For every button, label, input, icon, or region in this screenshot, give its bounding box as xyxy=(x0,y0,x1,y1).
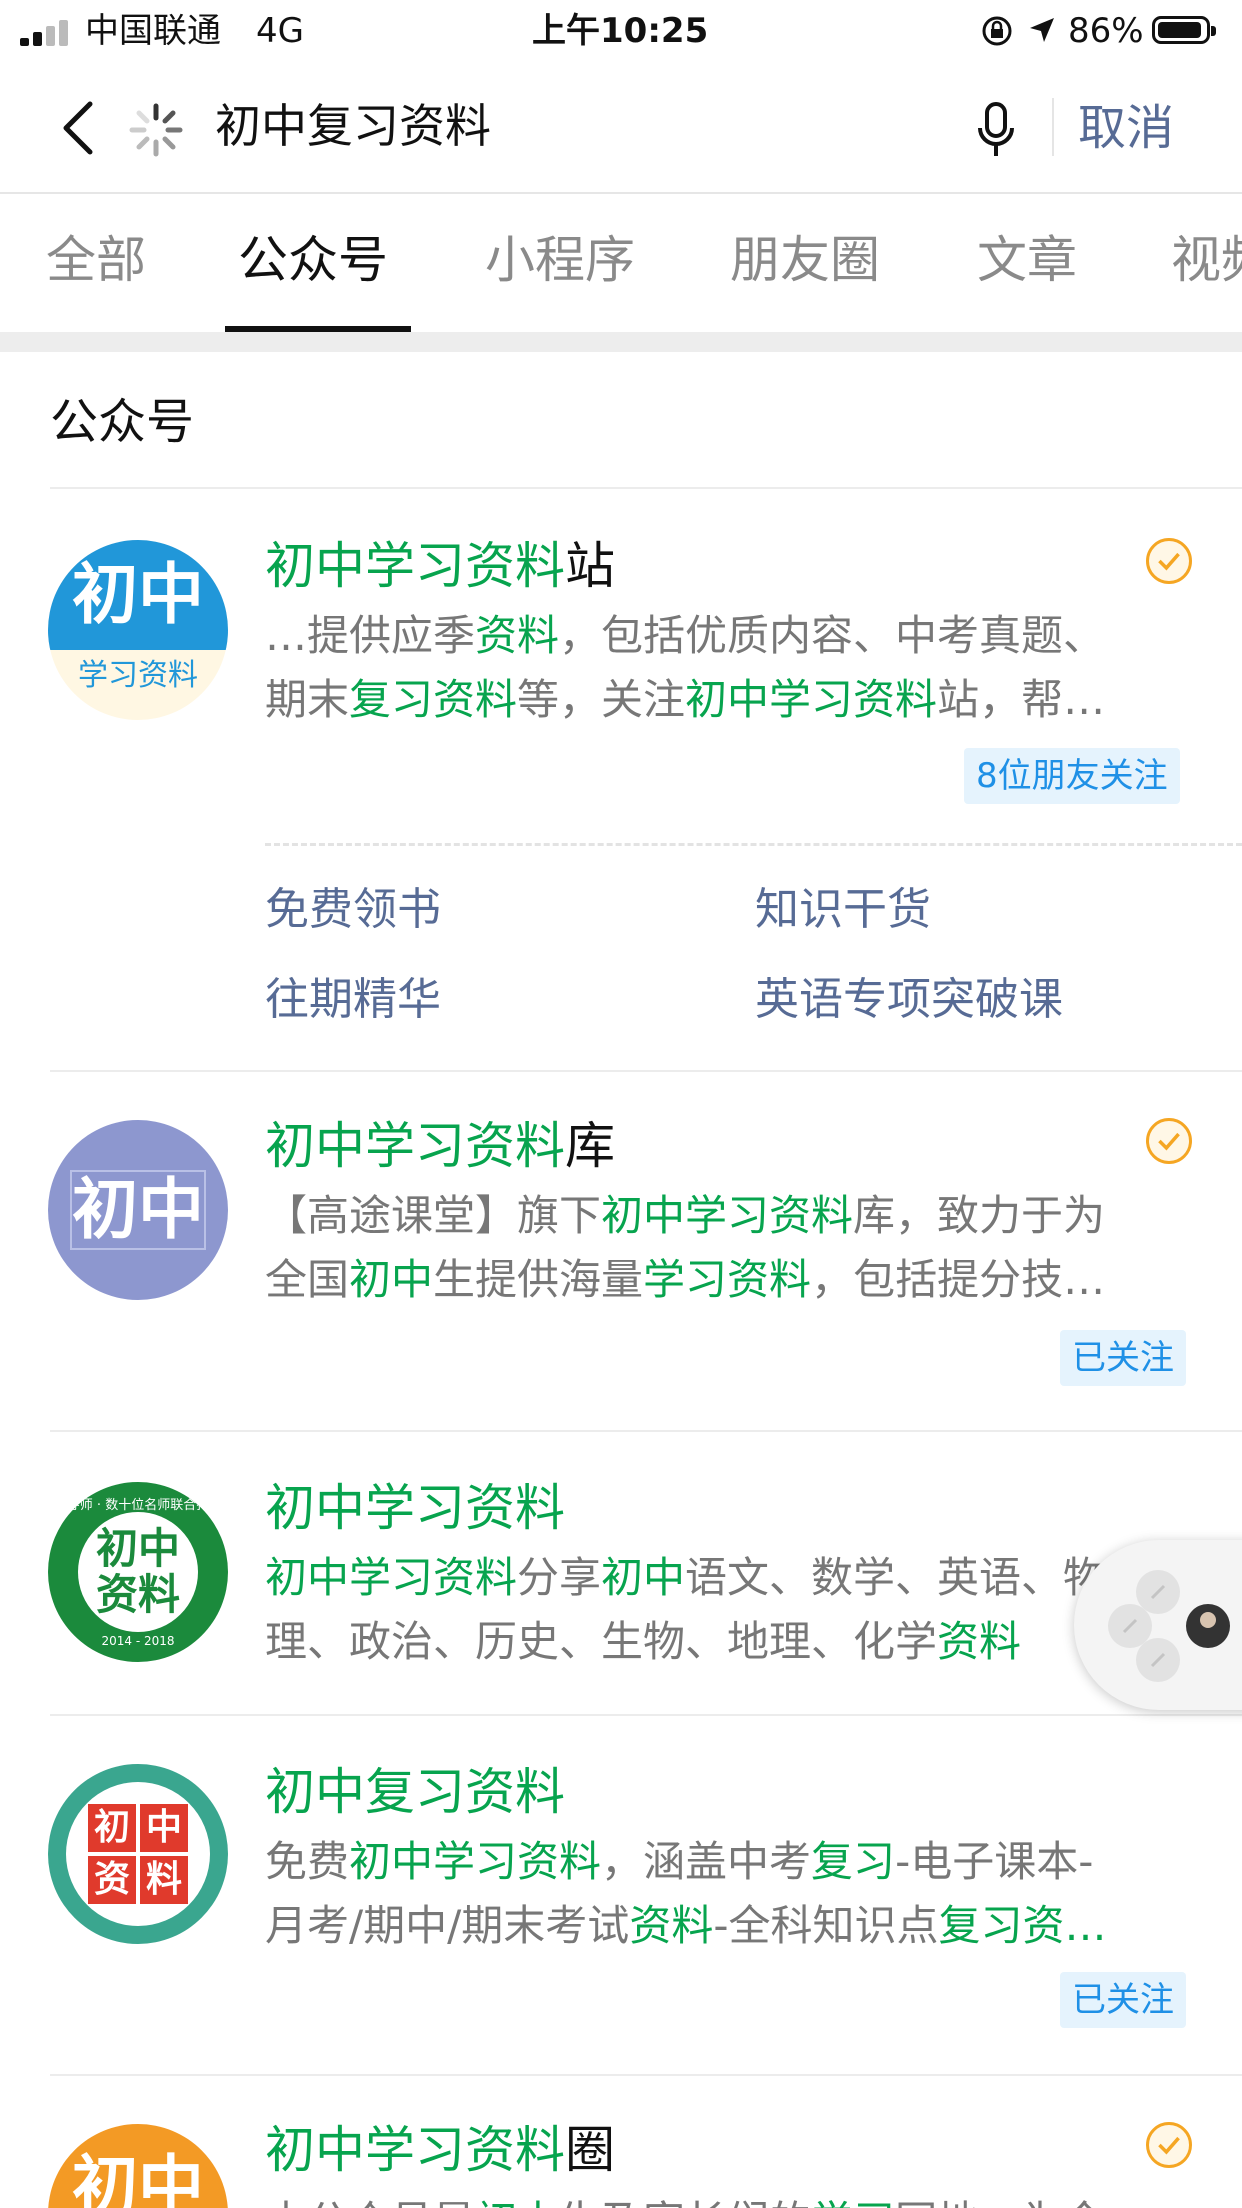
microphone-icon[interactable] xyxy=(976,100,1016,160)
tab-all[interactable]: 全部 xyxy=(46,228,146,292)
section-title: 公众号 xyxy=(50,394,195,450)
back-chevron-icon[interactable] xyxy=(58,98,98,158)
followed-badge: 已关注 xyxy=(1060,1330,1186,1386)
verified-icon xyxy=(1146,538,1192,584)
account-name: 初中学习资料圈 xyxy=(265,2121,615,2179)
account-card[interactable]: 初中 初中学习资料圈 本公众号是初中生及家长们的学习园地，为今… xyxy=(0,2076,1242,2208)
menu-item-free-books[interactable]: 免费领书 xyxy=(265,880,441,940)
link-icon xyxy=(1108,1570,1230,1682)
account-desc-line2: 全国初中生提供海量学习资料，包括提分技… xyxy=(265,1255,1106,1304)
friends-follow-badge: 8位朋友关注 xyxy=(964,748,1180,804)
avatar-text: 初中 xyxy=(72,2148,204,2208)
menu-divider xyxy=(265,843,1242,846)
account-avatar: 初中 xyxy=(48,2124,228,2208)
loading-spinner-icon xyxy=(129,103,183,157)
verified-icon xyxy=(1146,1118,1192,1164)
followed-badge: 已关注 xyxy=(1060,1972,1186,2028)
avatar-text: 初中 资料 xyxy=(95,1524,180,1619)
divider xyxy=(50,487,1242,489)
network-label: 4G xyxy=(256,11,304,51)
account-avatar: 初中 资料 聚导师 · 数十位名师联合打造 2014 - 2018 xyxy=(48,1482,228,1662)
menu-item-english-course[interactable]: 英语专项突破课 xyxy=(755,970,1063,1030)
carrier-label: 中国联通 xyxy=(85,11,221,51)
avatar-subtext: 学习资料 xyxy=(78,658,198,693)
account-card[interactable]: 初中 资料 聚导师 · 数十位名师联合打造 2014 - 2018 初中学习资料 … xyxy=(0,1432,1242,1714)
signal-icon xyxy=(20,18,72,46)
battery-icon xyxy=(1152,16,1216,44)
avatar-tile: 料 xyxy=(140,1856,188,1904)
verified-icon xyxy=(1146,2122,1192,2168)
account-desc-line1: …提供应季资料，包括优质内容、中考真题、 xyxy=(265,611,1106,660)
account-name: 初中学习资料站 xyxy=(265,537,615,595)
avatar-tile: 中 xyxy=(140,1804,188,1852)
search-input[interactable]: 初中复习资料 xyxy=(215,96,491,156)
menu-item-knowledge[interactable]: 知识干货 xyxy=(755,880,931,940)
status-bar: 中国联通 4G 上午10:25 86% xyxy=(0,0,1242,62)
tab-moments[interactable]: 朋友圈 xyxy=(730,228,880,292)
account-name: 初中学习资料库 xyxy=(265,1117,615,1175)
account-desc-line1: 本公众号是初中生及家长们的学习园地，为今… xyxy=(265,2190,1242,2208)
account-name: 初中复习资料 xyxy=(265,1763,565,1821)
avatar-years: 2014 - 2018 xyxy=(101,1634,175,1648)
floating-window-ball[interactable] xyxy=(1074,1540,1242,1710)
tab-mini-programs[interactable]: 小程序 xyxy=(485,228,635,292)
menu-item-past-highlights[interactable]: 往期精华 xyxy=(265,970,441,1030)
avatar-tile: 初 xyxy=(88,1804,136,1852)
search-header: 初中复习资料 取消 xyxy=(0,62,1242,194)
account-card[interactable]: 初中 初中学习资料库 【高途课堂】旗下初中学习资料库，致力于为 全国初中生提供海… xyxy=(0,1072,1242,1430)
battery-percent: 86% xyxy=(1068,11,1144,51)
account-avatar: 初中 学习资料 xyxy=(48,540,228,720)
account-desc-line2: 期末复习资料等，关注初中学习资料站，帮… xyxy=(265,675,1106,724)
location-arrow-icon xyxy=(1030,18,1054,42)
rotation-lock-icon xyxy=(982,16,1012,46)
account-desc-line2: 月考/期中/期末考试资料-全科知识点复习资… xyxy=(265,1901,1107,1950)
avatar-text: 初中 xyxy=(72,556,204,633)
account-desc-line1: 【高途课堂】旗下初中学习资料库，致力于为 xyxy=(265,1191,1106,1240)
avatar-text: 初中 xyxy=(72,1171,204,1248)
account-avatar: 初 中 资 料 xyxy=(48,1764,228,1944)
account-name: 初中学习资料 xyxy=(265,1479,565,1537)
tab-bar: 全部 公众号 小程序 朋友圈 文章 视频 xyxy=(0,192,1242,332)
account-avatar: 初中 xyxy=(48,1120,228,1300)
section-gap xyxy=(0,332,1242,352)
avatar-ring-text: 聚导师 · 数十位名师联合打造 xyxy=(53,1498,223,1513)
tab-official-accounts[interactable]: 公众号 xyxy=(238,228,388,292)
clock: 上午10:25 xyxy=(532,11,709,51)
tab-articles[interactable]: 文章 xyxy=(977,228,1077,292)
tab-videos[interactable]: 视频 xyxy=(1171,228,1242,292)
avatar-tile: 资 xyxy=(88,1856,136,1904)
header-divider xyxy=(1052,98,1054,156)
account-card[interactable]: 初 中 资 料 初中复习资料 免费初中学习资料，涵盖中考复习-电子课本- 月考/… xyxy=(0,1716,1242,2074)
account-desc-line1: 免费初中学习资料，涵盖中考复习-电子课本- xyxy=(265,1837,1094,1886)
cancel-button[interactable]: 取消 xyxy=(1078,98,1174,158)
